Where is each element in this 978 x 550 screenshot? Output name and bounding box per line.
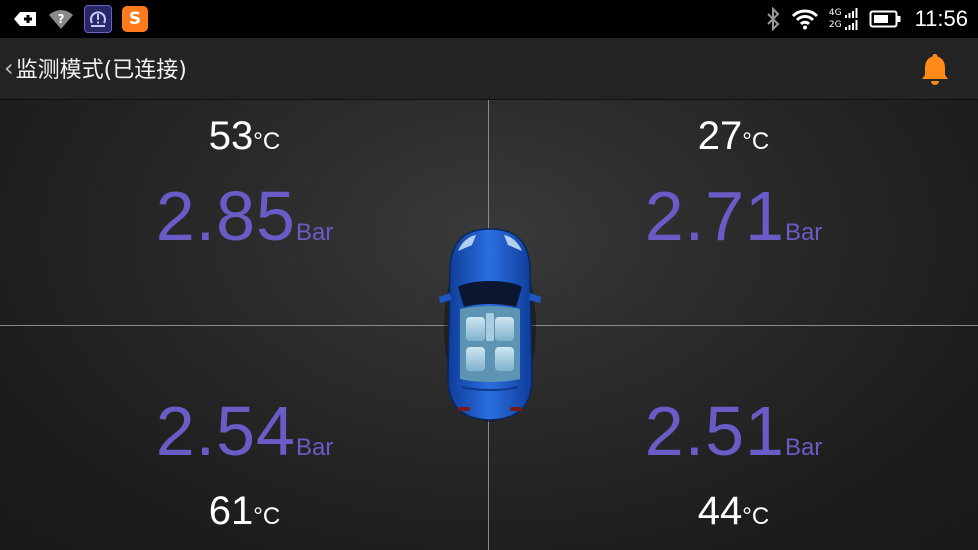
pressure-value: 2.54 bbox=[155, 392, 296, 470]
pressure-readout: 2.85Bar bbox=[0, 176, 489, 256]
pressure-value: 2.51 bbox=[644, 392, 785, 470]
signal-bars-icon bbox=[844, 8, 858, 30]
temperature-value: 61 bbox=[208, 489, 254, 533]
status-bar: ? S 4G 2G 11:56 bbox=[0, 0, 978, 38]
pressure-readout: 2.54Bar bbox=[0, 391, 489, 471]
action-bar: ‹ 监测模式(已连接) bbox=[0, 38, 978, 100]
temperature-unit: °C bbox=[742, 503, 770, 530]
back-chevron-icon: ‹ bbox=[4, 54, 14, 82]
battery-icon bbox=[869, 9, 901, 29]
notification-icons: ? S bbox=[12, 5, 148, 33]
temperature-readout: 53°C bbox=[0, 114, 489, 159]
temperature-value: 44 bbox=[697, 489, 743, 533]
pressure-unit: Bar bbox=[784, 434, 823, 461]
signal-icon: 4G 2G bbox=[829, 7, 859, 31]
temperature-readout: 44°C bbox=[489, 489, 978, 534]
page-title: 监测模式(已连接) bbox=[15, 58, 187, 83]
tyre-rear-right: 2.51Bar 44°C bbox=[489, 325, 978, 550]
bluetooth-icon bbox=[765, 7, 781, 31]
back-button[interactable]: ‹ 监测模式(已连接) bbox=[4, 52, 187, 84]
bell-icon bbox=[922, 54, 948, 85]
status-clock: 11:56 bbox=[914, 6, 968, 31]
pressure-value: 2.71 bbox=[644, 177, 785, 255]
tyre-monitor-panel: 53°C 2.85Bar 27°C 2.71Bar 2.54Bar 61°C 2… bbox=[0, 100, 978, 550]
wifi-help-icon: ? bbox=[48, 8, 74, 30]
pressure-value: 2.85 bbox=[155, 177, 296, 255]
temperature-unit: °C bbox=[742, 128, 770, 155]
temperature-value: 53 bbox=[208, 114, 254, 158]
wifi-icon bbox=[791, 8, 819, 30]
sogou-letter: S bbox=[128, 9, 142, 29]
pressure-unit: Bar bbox=[295, 434, 334, 461]
car-top-view-icon bbox=[436, 227, 544, 423]
system-icons: 4G 2G 11:56 bbox=[765, 4, 968, 34]
pressure-readout: 2.71Bar bbox=[489, 176, 978, 256]
tyre-front-left: 53°C 2.85Bar bbox=[0, 100, 489, 325]
tyre-front-right: 27°C 2.71Bar bbox=[489, 100, 978, 325]
temperature-value: 27 bbox=[697, 114, 743, 158]
alarm-button[interactable] bbox=[920, 52, 950, 86]
svg-text:?: ? bbox=[58, 12, 65, 26]
temperature-unit: °C bbox=[253, 128, 281, 155]
network-type-top: 4G bbox=[828, 7, 842, 18]
pressure-unit: Bar bbox=[295, 219, 334, 246]
tpms-app-icon bbox=[84, 5, 112, 33]
temperature-readout: 61°C bbox=[0, 489, 489, 534]
temperature-unit: °C bbox=[253, 503, 281, 530]
tyre-rear-left: 2.54Bar 61°C bbox=[0, 325, 489, 550]
pressure-readout: 2.51Bar bbox=[489, 391, 978, 471]
temperature-readout: 27°C bbox=[489, 114, 978, 159]
network-type: 4G 2G bbox=[828, 7, 842, 30]
usb-debug-icon bbox=[12, 9, 38, 29]
sogou-app-icon: S bbox=[122, 6, 148, 32]
network-type-bottom: 2G bbox=[828, 19, 842, 30]
pressure-unit: Bar bbox=[784, 219, 823, 246]
